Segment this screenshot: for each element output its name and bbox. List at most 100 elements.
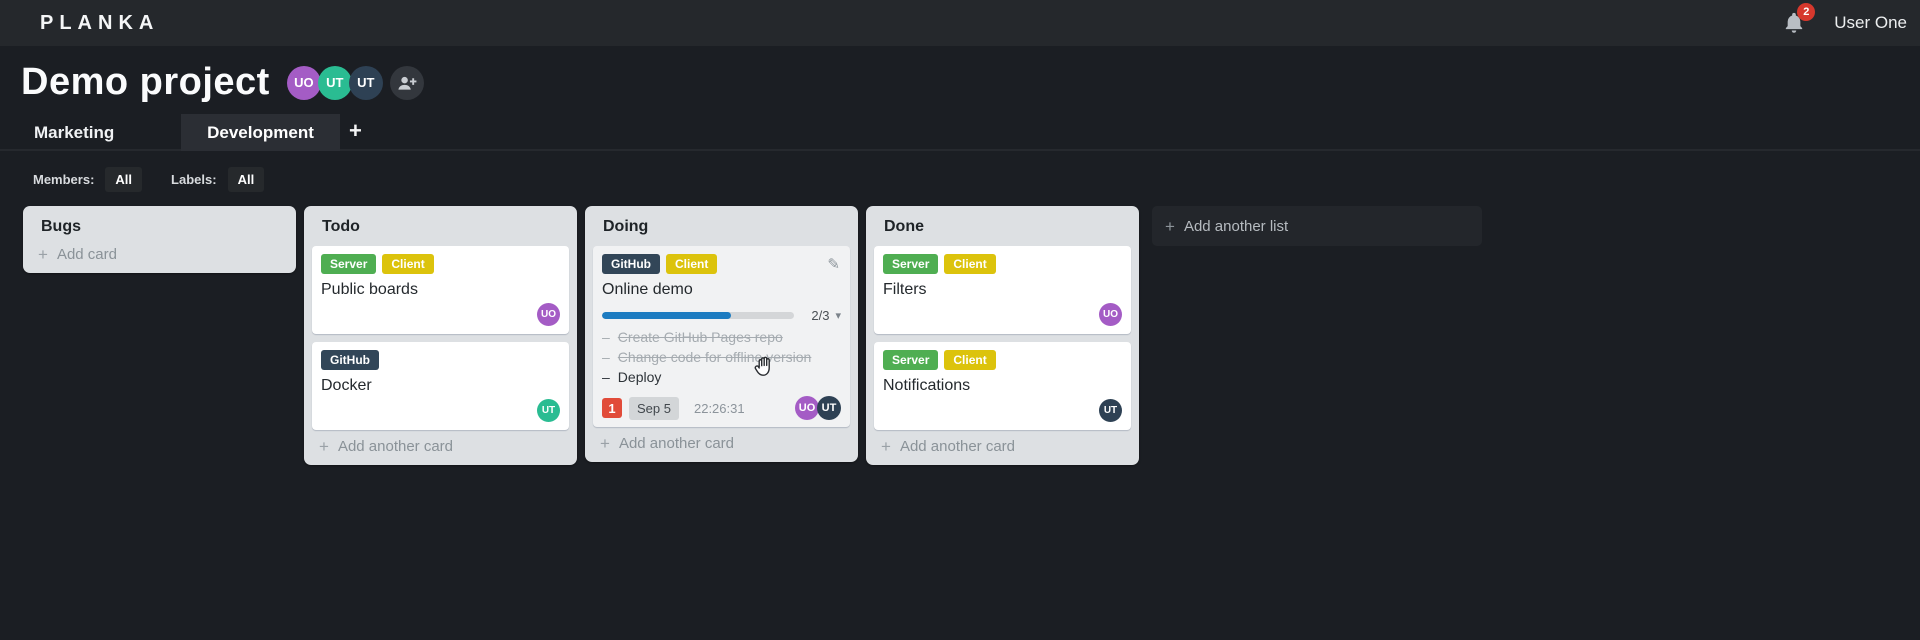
card-notification-badge: 1	[602, 398, 622, 418]
project-header: Demo project UO UT UT	[0, 46, 1920, 106]
labels-filter-value[interactable]: All	[227, 167, 265, 192]
plus-icon: +	[38, 245, 48, 264]
add-card-button[interactable]: + Add another card	[600, 435, 850, 452]
task-text: Deploy	[617, 369, 662, 385]
list-done: Done Server Client Filters UO Server Cli…	[866, 206, 1139, 465]
card-labels: Server Client	[321, 254, 560, 274]
add-member-icon	[398, 76, 417, 90]
card-label[interactable]: Client	[944, 254, 996, 274]
avatar[interactable]: UT	[537, 399, 560, 422]
card-label[interactable]: Client	[666, 254, 718, 274]
card-label[interactable]: Server	[321, 254, 377, 274]
members-filter-value[interactable]: All	[105, 167, 143, 192]
card-labels: GitHub	[321, 350, 560, 370]
avatar[interactable]: UT	[1099, 399, 1122, 422]
card-label[interactable]: Server	[883, 350, 939, 370]
edit-card-icon[interactable]: ✎	[827, 255, 840, 273]
card-label[interactable]: Server	[883, 254, 939, 274]
card-docker[interactable]: GitHub Docker UT	[312, 342, 569, 430]
task-text: Create GitHub Pages repo	[617, 329, 783, 345]
task-item: – Change code for offline version	[602, 349, 841, 366]
app-logo[interactable]: PLANKA	[0, 12, 159, 35]
chevron-down-icon[interactable]: ▾	[835, 309, 841, 322]
dash-icon: –	[602, 369, 610, 385]
tasks-progress: 2/3 ▾	[602, 308, 841, 323]
add-member-button[interactable]	[389, 65, 424, 100]
add-board-button[interactable]: +	[349, 118, 362, 144]
card-public-boards[interactable]: Server Client Public boards UO	[312, 246, 569, 334]
plus-icon: +	[881, 437, 891, 456]
list-todo: Todo Server Client Public boards UO GitH…	[304, 206, 577, 465]
card-title: Online demo	[602, 281, 693, 298]
avatar[interactable]: UO	[537, 303, 560, 326]
plus-icon: +	[1165, 216, 1175, 236]
card-title: Filters	[883, 281, 927, 298]
avatar[interactable]: UT	[348, 65, 383, 100]
list-doing: Doing ✎ GitHub Client Online demo 2/3 ▾ …	[585, 206, 858, 462]
card-footer: UO	[321, 302, 560, 327]
task-item: – Deploy	[602, 369, 841, 386]
add-list-label: Add another list	[1183, 217, 1289, 235]
card-title: Notifications	[883, 377, 971, 394]
board-tabs: Marketing Development +	[0, 114, 1920, 151]
progress-count: 2/3	[811, 308, 830, 323]
avatar[interactable]: UT	[317, 65, 352, 100]
card-label[interactable]: Client	[944, 350, 996, 370]
notification-badge: 2	[1797, 3, 1816, 21]
card-notifications[interactable]: Server Client Notifications UT	[874, 342, 1131, 430]
avatar[interactable]: UT	[817, 396, 841, 420]
add-card-label: Add another card	[337, 438, 454, 455]
list-title[interactable]: Todo	[322, 218, 569, 236]
add-card-label: Add another card	[899, 438, 1016, 455]
board: Bugs + Add card Todo Server Client Publi…	[0, 192, 1920, 465]
tab-development[interactable]: Development	[181, 114, 340, 151]
task-text: Change code for offline version	[617, 349, 812, 365]
add-card-button[interactable]: + Add card	[38, 246, 288, 263]
tab-marketing[interactable]: Marketing	[34, 123, 114, 143]
progress-bar	[602, 312, 794, 319]
card-title: Docker	[321, 377, 372, 394]
topbar-right: 2 User One	[1784, 3, 1920, 35]
add-card-label: Add another card	[618, 435, 735, 452]
notifications-button[interactable]: 2	[1784, 3, 1816, 35]
add-card-label: Add card	[56, 246, 117, 263]
list-title[interactable]: Done	[884, 218, 1131, 236]
card-online-demo[interactable]: ✎ GitHub Client Online demo 2/3 ▾ – Crea…	[593, 246, 850, 427]
user-menu[interactable]: User One	[1834, 13, 1907, 33]
card-labels: GitHub Client	[602, 254, 841, 274]
dash-icon: –	[602, 329, 610, 345]
labels-filter-label: Labels:	[171, 172, 217, 187]
progress-fill	[602, 312, 731, 319]
avatar[interactable]: UO	[1099, 303, 1122, 326]
card-members: UO UT	[795, 396, 841, 420]
card-labels: Server Client	[883, 350, 1122, 370]
due-date-chip[interactable]: Sep 5	[629, 396, 679, 420]
project-title[interactable]: Demo project	[21, 61, 270, 104]
add-card-button[interactable]: + Add another card	[319, 438, 569, 455]
add-card-button[interactable]: + Add another card	[881, 438, 1131, 455]
avatar[interactable]: UO	[795, 396, 819, 420]
list-bugs: Bugs + Add card	[23, 206, 296, 273]
card-footer: UO	[883, 302, 1122, 327]
filter-bar: Members: All Labels: All	[0, 151, 1920, 192]
card-label[interactable]: GitHub	[602, 254, 660, 274]
plus-icon: +	[319, 437, 329, 456]
topbar: PLANKA 2 User One	[0, 0, 1920, 46]
list-title[interactable]: Bugs	[41, 218, 288, 236]
add-list-button[interactable]: + Add another list	[1152, 206, 1482, 246]
card-footer: UT	[883, 398, 1122, 423]
card-footer: UT	[321, 398, 560, 423]
task-item: – Create GitHub Pages repo	[602, 329, 841, 346]
card-footer: 1 Sep 5 22:26:31 UO UT	[602, 396, 841, 420]
project-members: UO UT UT	[286, 65, 424, 100]
card-title: Public boards	[321, 281, 418, 298]
members-filter-label: Members:	[33, 172, 95, 187]
card-label[interactable]: GitHub	[321, 350, 379, 370]
card-filters[interactable]: Server Client Filters UO	[874, 246, 1131, 334]
list-title[interactable]: Doing	[603, 218, 850, 236]
timer-value[interactable]: 22:26:31	[694, 401, 745, 416]
card-label[interactable]: Client	[382, 254, 434, 274]
avatar[interactable]: UO	[286, 65, 321, 100]
plus-icon: +	[600, 434, 610, 453]
dash-icon: –	[602, 349, 610, 365]
